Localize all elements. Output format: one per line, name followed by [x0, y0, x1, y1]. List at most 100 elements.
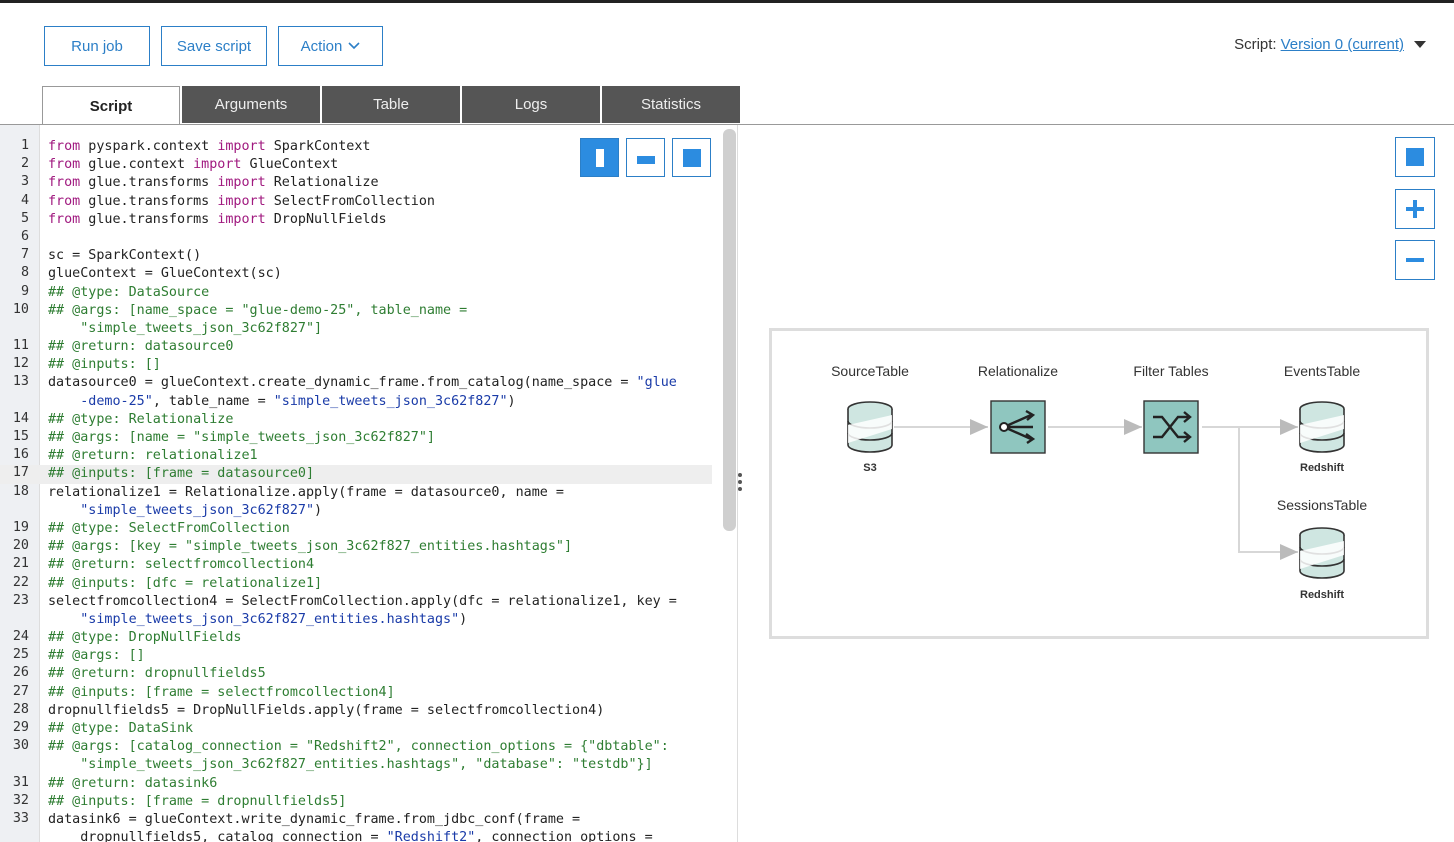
code-text: ## @args: [key = "simple_tweets_json_3c6…: [48, 539, 573, 555]
tab-statistics[interactable]: Statistics: [602, 86, 740, 123]
code-line[interactable]: 26 ## @return: dropnullfields5: [0, 665, 712, 683]
code-line[interactable]: 27 ## @inputs: [frame = selectfromcollect…: [0, 684, 712, 702]
relationalize-icon[interactable]: [990, 400, 1046, 454]
code-text: from glue.transforms import Relationaliz…: [48, 175, 379, 191]
code-lines[interactable]: 1 from pyspark.context import SparkContex…: [0, 138, 712, 842]
line-number: 6: [20, 228, 29, 244]
line-number: 9: [20, 283, 29, 299]
line-number: 5: [20, 210, 29, 226]
code-line[interactable]: 13 datasource0 = glueContext.create_dynam…: [0, 374, 712, 410]
code-line[interactable]: 22 ## @inputs: [dfc = relationalize1]: [0, 575, 712, 593]
zoom-out-button[interactable]: [1395, 240, 1435, 280]
line-number: 13: [12, 374, 29, 390]
code-line[interactable]: 9 ## @type: DataSource: [0, 284, 712, 302]
script-version-link[interactable]: Version 0 (current): [1281, 36, 1404, 53]
line-number: 3: [20, 174, 29, 190]
code-line[interactable]: 21 ## @return: selectfromcollection4: [0, 556, 712, 574]
caret-down-icon[interactable]: [1414, 41, 1426, 48]
vertical-split-icon: [595, 148, 604, 167]
line-number: 32: [12, 792, 29, 808]
flow-diagram: SourceTable S3 Relationalize Filter Tabl…: [769, 328, 1429, 639]
splitter-handle-icon[interactable]: [738, 473, 742, 491]
database-icon[interactable]: [847, 401, 893, 453]
code-line[interactable]: 25 ## @args: []: [0, 647, 712, 665]
code-text: ## @type: SelectFromCollection: [48, 520, 290, 536]
database-icon[interactable]: [1299, 401, 1345, 453]
code-text: dropnullfields5, catalog_connection = "R…: [48, 830, 653, 842]
line-number: 28: [12, 701, 29, 717]
line-number: 27: [12, 683, 29, 699]
line-number: 20: [12, 538, 29, 554]
tab-logs[interactable]: Logs: [462, 86, 600, 123]
code-text: ## @inputs: [frame = selectfromcollectio…: [48, 684, 395, 700]
code-line[interactable]: 29 ## @type: DataSink: [0, 720, 712, 738]
line-number: 22: [12, 574, 29, 590]
line-number: 31: [12, 774, 29, 790]
code-text: ## @return: selectfromcollection4: [48, 557, 315, 573]
code-line[interactable]: 19 ## @type: SelectFromCollection: [0, 520, 712, 538]
code-line[interactable]: 5 from glue.transforms import DropNullFie…: [0, 211, 712, 229]
code-line[interactable]: 24 ## @type: DropNullFields: [0, 629, 712, 647]
plus-icon: [1406, 200, 1424, 218]
code-line[interactable]: 15 ## @args: [name = "simple_tweets_json_…: [0, 429, 712, 447]
code-line[interactable]: 30 ## @args: [catalog_connection = "Redsh…: [0, 738, 712, 774]
code-line[interactable]: 32 ## @inputs: [frame = dropnullfields5]: [0, 793, 712, 811]
action-dropdown-button[interactable]: Action: [278, 26, 383, 66]
code-line[interactable]: 33 datasink6 = glueContext.write_dynamic_…: [0, 811, 712, 842]
code-line[interactable]: 10 ## @args: [name_space = "glue-demo-25"…: [0, 302, 712, 338]
code-line[interactable]: 23 selectfromcollection4 = SelectFromColl…: [0, 593, 712, 629]
code-line[interactable]: 4 from glue.transforms import SelectFromC…: [0, 193, 712, 211]
node-sessions-sub: Redshift: [1300, 589, 1344, 601]
code-text: ## @return: datasource0: [48, 339, 234, 355]
code-line[interactable]: 17 ## @inputs: [frame = datasource0]: [0, 465, 712, 484]
top-border: [0, 0, 1454, 3]
code-line[interactable]: 28 dropnullfields5 = DropNullFields.apply…: [0, 702, 712, 720]
code-line[interactable]: 16 ## @return: relationalize1: [0, 447, 712, 465]
code-line[interactable]: 12 ## @inputs: []: [0, 356, 712, 374]
code-line[interactable]: 11 ## @return: datasource0: [0, 338, 712, 356]
tab-arguments[interactable]: Arguments: [182, 86, 320, 123]
database-icon[interactable]: [1299, 527, 1345, 579]
tab-table[interactable]: Table: [322, 86, 460, 123]
line-number: 33: [12, 810, 29, 826]
code-line[interactable]: 14 ## @type: Relationalize: [0, 411, 712, 429]
code-text: "simple_tweets_json_3c62f827"]: [48, 320, 323, 336]
code-line[interactable]: 20 ## @args: [key = "simple_tweets_json_3…: [0, 538, 712, 556]
fit-view-button[interactable]: [1395, 137, 1435, 177]
code-text: from glue.transforms import SelectFromCo…: [48, 193, 435, 209]
code-text: "simple_tweets_json_3c62f827_entities.ha…: [48, 757, 653, 773]
shuffle-icon[interactable]: [1143, 400, 1199, 454]
code-line[interactable]: 3 from glue.transforms import Relationali…: [0, 174, 712, 192]
line-number: 29: [12, 720, 29, 735]
code-text: ## @args: [name = "simple_tweets_json_3c…: [48, 430, 435, 445]
line-number: 7: [20, 247, 29, 263]
layout-split-vertical-button[interactable]: [580, 138, 619, 177]
editor-scrollbar[interactable]: [723, 129, 736, 531]
script-version-selector[interactable]: Script: Version 0 (current): [1234, 36, 1426, 53]
code-line[interactable]: 6: [0, 229, 712, 247]
layout-full-button[interactable]: [672, 138, 711, 177]
action-label: Action: [300, 37, 343, 55]
code-line[interactable]: 8 glueContext = GlueContext(sc): [0, 265, 712, 283]
code-text: glueContext = GlueContext(sc): [48, 266, 282, 282]
code-text: ## @type: DataSource: [48, 284, 210, 300]
zoom-in-button[interactable]: [1395, 189, 1435, 229]
code-text: ## @args: [name_space = "glue-demo-25", …: [48, 302, 468, 318]
line-number: 2: [20, 156, 29, 172]
layout-split-horizontal-button[interactable]: [626, 138, 665, 177]
code-text: datasource0 = glueContext.create_dynamic…: [48, 375, 677, 391]
save-script-button[interactable]: Save script: [161, 26, 267, 66]
code-line[interactable]: 18 relationalize1 = Relationalize.apply(f…: [0, 484, 712, 520]
line-number: 11: [12, 338, 29, 354]
code-editor[interactable]: 1 from pyspark.context import SparkContex…: [0, 125, 738, 842]
line-number: 26: [12, 665, 29, 681]
line-number: 23: [12, 592, 29, 608]
code-line[interactable]: 7 sc = SparkContext(): [0, 247, 712, 265]
line-number: 4: [20, 192, 29, 208]
tab-script[interactable]: Script: [42, 86, 180, 125]
code-line[interactable]: 31 ## @return: datasink6: [0, 775, 712, 793]
code-text: ## @inputs: [dfc = relationalize1]: [48, 575, 323, 591]
line-number: 16: [12, 447, 29, 463]
run-job-button[interactable]: Run job: [44, 26, 150, 66]
